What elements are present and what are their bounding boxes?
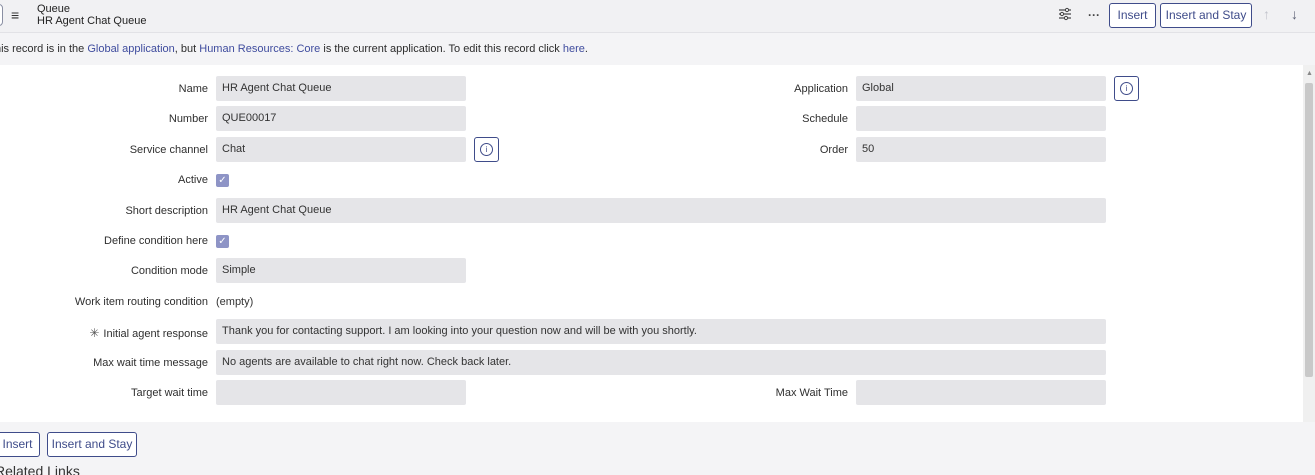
condition-mode-select[interactable]: Simple (216, 258, 466, 283)
define-condition-checkbox[interactable]: ✓ (216, 235, 229, 248)
short-description-field[interactable]: HR Agent Chat Queue (216, 198, 1106, 223)
info-circle-icon: i (1120, 82, 1133, 95)
current-application-link[interactable]: Human Resources: Core (199, 43, 320, 55)
initial-agent-response-label-wrap: ✳ Initial agent response (89, 326, 208, 340)
arrow-down-icon[interactable]: ↓ (1291, 6, 1298, 22)
insert-and-stay-button[interactable]: Insert and Stay (1160, 3, 1252, 28)
active-label: Active (178, 174, 208, 186)
schedule-field[interactable] (856, 106, 1106, 131)
define-condition-label: Define condition here (104, 235, 208, 247)
schedule-label: Schedule (802, 113, 848, 125)
target-wait-time-label: Target wait time (130, 387, 208, 399)
sliders-icon[interactable] (1057, 7, 1073, 23)
application-info-button[interactable]: i (1114, 76, 1139, 101)
initial-agent-response-field[interactable]: Thank you for contacting support. I am l… (216, 319, 1106, 344)
back-button[interactable] (0, 4, 3, 26)
max-wait-message-label: Max wait time message (93, 357, 208, 369)
scope-text-end: . (584, 43, 588, 55)
scope-text-middle: , but (174, 43, 200, 55)
checkmark-icon: ✓ (218, 236, 227, 247)
name-label: Name (178, 83, 208, 95)
form-record-name: HR Agent Chat Queue (37, 15, 147, 27)
sliders-svg (1059, 7, 1071, 21)
service-channel-field[interactable]: Chat (216, 137, 466, 162)
target-wait-time-field[interactable] (216, 380, 466, 405)
checkmark-icon: ✓ (218, 175, 227, 186)
application-field[interactable]: Global (856, 76, 1106, 101)
insert-button[interactable]: Insert (1109, 3, 1156, 28)
order-field[interactable]: 50 (856, 137, 1106, 162)
scope-message-text: his record is in the Global application,… (0, 33, 588, 65)
max-wait-message-field[interactable]: No agents are available to chat right no… (216, 350, 1106, 375)
name-field[interactable]: HR Agent Chat Queue (216, 76, 466, 101)
form-table-title: Queue (37, 3, 71, 15)
service-channel-label: Service channel (129, 144, 208, 156)
scroll-up-icon[interactable]: ▲ (1306, 70, 1313, 77)
bottom-insert-button[interactable]: Insert (0, 432, 40, 457)
number-label: Number (168, 113, 208, 125)
service-channel-info-button[interactable]: i (474, 137, 499, 162)
ellipsis-icon[interactable]: ··· (1086, 7, 1102, 23)
queue-form: Name HR Agent Chat Queue Number QUE00017… (0, 65, 1303, 422)
scrollbar-thumb[interactable] (1305, 83, 1313, 377)
number-field[interactable]: QUE00017 (216, 106, 466, 131)
hamburger-menu-icon[interactable]: ≡ (11, 8, 25, 22)
global-application-link[interactable]: Global application (87, 43, 174, 55)
form-header: ≡ Queue HR Agent Chat Queue ··· Insert I… (0, 0, 1315, 33)
form-scrollbar[interactable]: ▲ (1303, 65, 1315, 422)
header-title: Queue HR Agent Chat Queue (37, 3, 146, 27)
max-wait-time-field[interactable] (856, 380, 1106, 405)
scope-text-suffix: is the current application. To edit this… (320, 43, 563, 55)
asterisk-icon: ✳ (89, 326, 100, 340)
info-circle-icon: i (480, 143, 493, 156)
condition-mode-label: Condition mode (130, 265, 208, 277)
routing-condition-value[interactable]: (empty) (216, 296, 253, 308)
bottom-insert-and-stay-button[interactable]: Insert and Stay (47, 432, 137, 457)
related-links-heading: Related Links (0, 463, 80, 475)
here-link[interactable]: here (563, 43, 585, 55)
active-checkbox[interactable]: ✓ (216, 174, 229, 187)
application-label: Application (794, 83, 848, 95)
arrow-up-icon[interactable]: ↑ (1263, 6, 1270, 22)
order-label: Order (819, 144, 848, 156)
routing-condition-label: Work item routing condition (74, 296, 208, 308)
initial-agent-response-label: Initial agent response (103, 328, 208, 340)
scope-text-prefix: his record is in the (0, 43, 88, 55)
application-scope-message: his record is in the Global application,… (0, 33, 1315, 65)
max-wait-time-label: Max Wait Time (775, 387, 848, 399)
form-footer: Insert Insert and Stay (0, 422, 1315, 475)
short-description-label: Short description (125, 205, 208, 217)
